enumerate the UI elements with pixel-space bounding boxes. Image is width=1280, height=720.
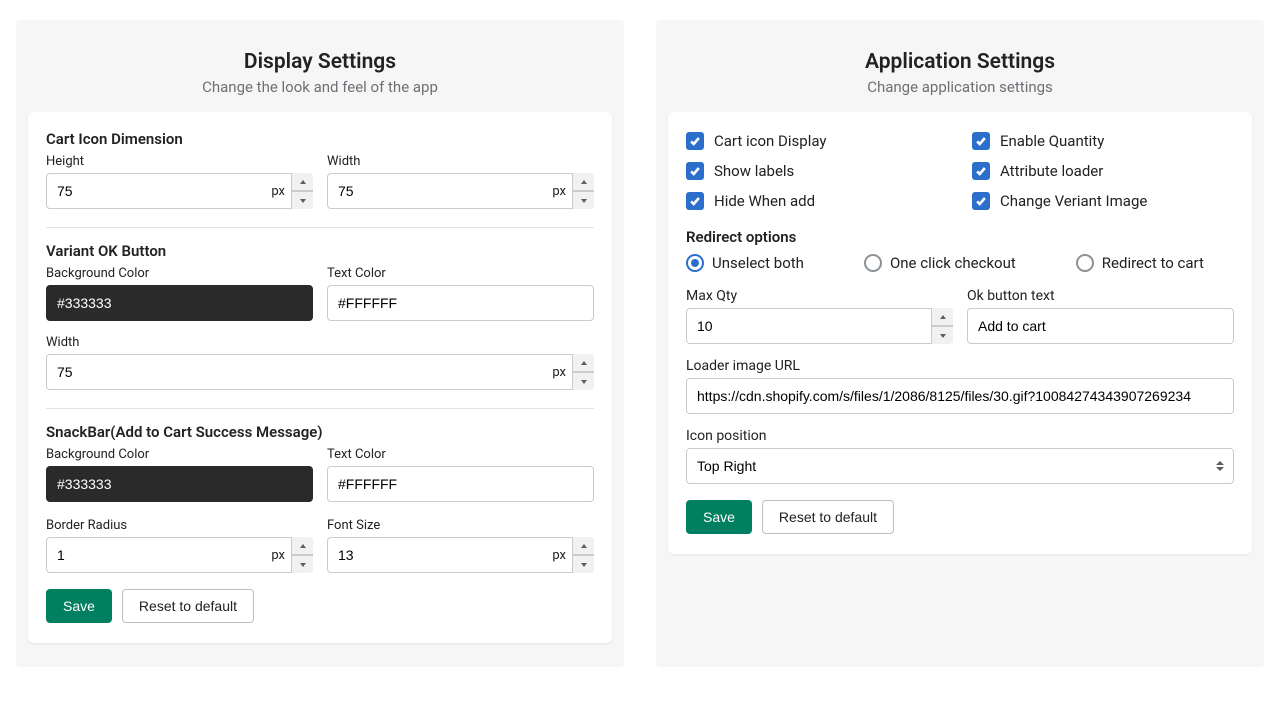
checkbox-label: Change Veriant Image bbox=[1000, 192, 1147, 210]
step-up-button[interactable] bbox=[292, 173, 313, 191]
cart-icon-height-input[interactable] bbox=[46, 173, 313, 209]
redirect-title: Redirect options bbox=[686, 228, 1234, 246]
application-settings-panel: Application Settings Change application … bbox=[656, 20, 1264, 667]
radio-unselected-icon bbox=[1076, 254, 1094, 272]
checkbox-label: Attribute loader bbox=[1000, 162, 1103, 180]
step-up-button[interactable] bbox=[292, 537, 313, 555]
variant-width-input[interactable] bbox=[46, 354, 594, 390]
variant-width-label: Width bbox=[46, 335, 594, 350]
radio-label: Redirect to cart bbox=[1102, 254, 1204, 272]
checkbox-label: Enable Quantity bbox=[1000, 132, 1104, 150]
checkbox-checked-icon bbox=[972, 162, 990, 180]
display-card: Cart Icon Dimension Height px Width bbox=[28, 112, 612, 643]
checkbox-label: Show labels bbox=[714, 162, 794, 180]
radio-redirect-to-cart[interactable]: Redirect to cart bbox=[1076, 254, 1204, 272]
cart-icon-width-label: Width bbox=[327, 154, 594, 169]
chevron-up-icon bbox=[581, 180, 587, 184]
snackbar-text-input[interactable] bbox=[327, 466, 594, 502]
step-down-button[interactable] bbox=[932, 326, 953, 344]
app-card: Cart icon Display Enable Quantity Show l… bbox=[668, 112, 1252, 554]
radio-label: One click checkout bbox=[890, 254, 1016, 272]
step-down-button[interactable] bbox=[573, 191, 594, 209]
step-down-button[interactable] bbox=[292, 191, 313, 209]
checkbox-checked-icon bbox=[972, 132, 990, 150]
radio-one-click-checkout[interactable]: One click checkout bbox=[864, 254, 1016, 272]
checkbox-checked-icon bbox=[686, 162, 704, 180]
step-up-button[interactable] bbox=[573, 173, 594, 191]
loader-url-label: Loader image URL bbox=[686, 358, 1234, 374]
checkbox-checked-icon bbox=[686, 132, 704, 150]
radio-unselected-icon bbox=[864, 254, 882, 272]
step-down-button[interactable] bbox=[573, 372, 594, 390]
cart-icon-height-label: Height bbox=[46, 154, 313, 169]
reset-button[interactable]: Reset to default bbox=[122, 589, 254, 623]
cart-icon-title: Cart Icon Dimension bbox=[46, 130, 594, 148]
chevron-down-icon bbox=[940, 334, 946, 338]
checkbox-label: Hide When add bbox=[714, 192, 815, 210]
checkbox-show-labels[interactable]: Show labels bbox=[686, 162, 948, 180]
snackbar-title: SnackBar(Add to Cart Success Message) bbox=[46, 423, 594, 441]
snackbar-radius-input[interactable] bbox=[46, 537, 313, 573]
checkbox-enable-quantity[interactable]: Enable Quantity bbox=[972, 132, 1234, 150]
loader-url-input[interactable] bbox=[686, 378, 1234, 414]
cart-icon-width-input[interactable] bbox=[327, 173, 594, 209]
app-subtitle: Change application settings bbox=[668, 78, 1252, 96]
display-title: Display Settings bbox=[28, 50, 612, 74]
chevron-down-icon bbox=[581, 563, 587, 567]
snackbar-text-label: Text Color bbox=[327, 447, 594, 462]
checkbox-checked-icon bbox=[686, 192, 704, 210]
display-subtitle: Change the look and feel of the app bbox=[28, 78, 612, 96]
step-down-button[interactable] bbox=[573, 555, 594, 573]
variant-bg-input[interactable] bbox=[46, 285, 313, 321]
chevron-up-icon bbox=[300, 544, 306, 548]
snackbar-bg-input[interactable] bbox=[46, 466, 313, 502]
chevron-down-icon bbox=[300, 199, 306, 203]
icon-position-select[interactable] bbox=[686, 448, 1234, 484]
ok-text-input[interactable] bbox=[967, 308, 1234, 344]
chevron-up-icon bbox=[581, 361, 587, 365]
step-down-button[interactable] bbox=[292, 555, 313, 573]
step-up-button[interactable] bbox=[932, 308, 953, 326]
chevron-up-icon bbox=[300, 180, 306, 184]
chevron-down-icon bbox=[581, 199, 587, 203]
ok-text-label: Ok button text bbox=[967, 288, 1234, 304]
variant-text-input[interactable] bbox=[327, 285, 594, 321]
chevron-down-icon bbox=[581, 380, 587, 384]
radio-label: Unselect both bbox=[712, 254, 804, 272]
radio-selected-icon bbox=[686, 254, 704, 272]
max-qty-input[interactable] bbox=[686, 308, 953, 344]
variant-ok-title: Variant OK Button bbox=[46, 242, 594, 260]
reset-button[interactable]: Reset to default bbox=[762, 500, 894, 534]
variant-text-label: Text Color bbox=[327, 266, 594, 281]
chevron-down-icon bbox=[300, 563, 306, 567]
checkbox-change-variant-image[interactable]: Change Veriant Image bbox=[972, 192, 1234, 210]
snackbar-font-label: Font Size bbox=[327, 518, 594, 533]
snackbar-font-input[interactable] bbox=[327, 537, 594, 573]
checkbox-label: Cart icon Display bbox=[714, 132, 827, 150]
step-up-button[interactable] bbox=[573, 354, 594, 372]
max-qty-label: Max Qty bbox=[686, 288, 953, 304]
icon-position-label: Icon position bbox=[686, 428, 1234, 444]
chevron-up-icon bbox=[581, 544, 587, 548]
app-title: Application Settings bbox=[668, 50, 1252, 74]
snackbar-radius-label: Border Radius bbox=[46, 518, 313, 533]
display-settings-panel: Display Settings Change the look and fee… bbox=[16, 20, 624, 667]
chevron-up-icon bbox=[940, 315, 946, 319]
snackbar-bg-label: Background Color bbox=[46, 447, 313, 462]
checkbox-checked-icon bbox=[972, 192, 990, 210]
save-button[interactable]: Save bbox=[686, 500, 752, 534]
radio-unselect-both[interactable]: Unselect both bbox=[686, 254, 804, 272]
checkbox-cart-icon-display[interactable]: Cart icon Display bbox=[686, 132, 948, 150]
checkbox-attribute-loader[interactable]: Attribute loader bbox=[972, 162, 1234, 180]
step-up-button[interactable] bbox=[573, 537, 594, 555]
save-button[interactable]: Save bbox=[46, 589, 112, 623]
variant-bg-label: Background Color bbox=[46, 266, 313, 281]
checkbox-hide-when-add[interactable]: Hide When add bbox=[686, 192, 948, 210]
